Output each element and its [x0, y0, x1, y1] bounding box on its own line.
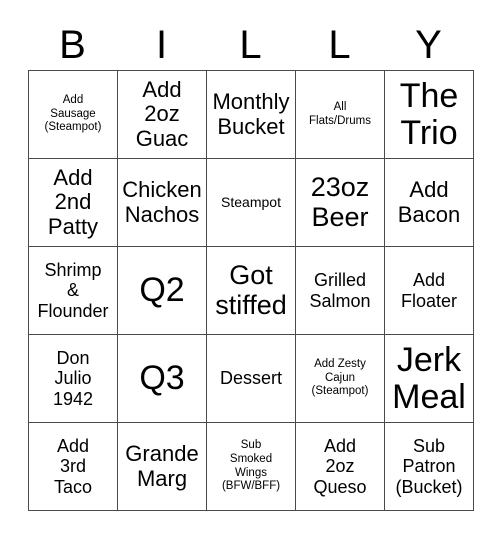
header-letter-2: I — [155, 23, 168, 67]
header-letter-4: L — [328, 23, 351, 67]
bingo-cell-label: Steampot — [221, 194, 281, 211]
header-letter-3: L — [239, 23, 262, 67]
bingo-card: B I L L Y Add Sausage (Steampot) Add 2oz … — [0, 0, 500, 544]
bingo-header-row: B I L L Y — [28, 0, 473, 70]
bingo-cell[interactable]: Q3 — [117, 334, 207, 423]
bingo-row: Add 3rd Taco Grande Marg Sub Smoked Wings … — [28, 422, 474, 511]
bingo-cell-label: Add 3rd Taco — [53, 435, 93, 497]
bingo-cell[interactable]: Dessert — [206, 334, 296, 423]
bingo-cell[interactable]: All Flats/Drums — [295, 70, 385, 159]
bingo-cell-label: Add 2nd Patty — [47, 164, 99, 239]
bingo-cell[interactable]: Jerk Meal — [384, 334, 474, 423]
bingo-cell-label: Sub Patron (Bucket) — [395, 435, 463, 497]
bingo-cell[interactable]: Add 2oz Queso — [295, 422, 385, 511]
bingo-cell[interactable]: Steampot — [206, 158, 296, 247]
bingo-cell[interactable]: Add 3rd Taco — [28, 422, 118, 511]
bingo-cell-label: Add Bacon — [397, 176, 461, 227]
bingo-cell-label: Dessert — [219, 368, 282, 389]
bingo-cell[interactable]: Add Sausage (Steampot) — [28, 70, 118, 159]
bingo-cell-label: Chicken Nachos — [122, 176, 202, 227]
bingo-cell[interactable]: Add 2oz Guac — [117, 70, 207, 159]
bingo-grid: Add Sausage (Steampot) Add 2oz Guac Monthl… — [28, 70, 474, 511]
bingo-row: Add 2nd Patty Chicken Nachos Steampot 23oz … — [28, 158, 474, 247]
bingo-row: Shrimp & Flounder Q2 Got stiffed Grilled Sa… — [28, 246, 474, 335]
bingo-cell-label: Add 2oz Queso — [313, 435, 367, 497]
bingo-cell-label: Grande Marg — [125, 440, 199, 491]
bingo-cell[interactable]: Grilled Salmon — [295, 246, 385, 335]
header-letter-1: B — [59, 23, 86, 67]
bingo-cell[interactable]: Don Julio 1942 — [28, 334, 118, 423]
bingo-cell-label: Q3 — [139, 359, 185, 398]
bingo-cell[interactable]: Add Bacon — [384, 158, 474, 247]
bingo-grid-body: Add Sausage (Steampot) Add 2oz Guac Monthl… — [28, 70, 474, 511]
bingo-cell-label: All Flats/Drums — [309, 100, 371, 127]
bingo-cell[interactable]: Q2 — [117, 246, 207, 335]
bingo-cell-label: Add Floater — [400, 269, 458, 311]
bingo-cell[interactable]: Grande Marg — [117, 422, 207, 511]
bingo-cell-label: Add Zesty Cajun (Steampot) — [311, 358, 369, 398]
bingo-cell-label: Don Julio 1942 — [52, 347, 94, 409]
bingo-cell[interactable]: 23oz Beer — [295, 158, 385, 247]
bingo-cell[interactable]: Add Floater — [384, 246, 474, 335]
bingo-cell[interactable]: Monthly Bucket — [206, 70, 296, 159]
bingo-cell[interactable]: Chicken Nachos — [117, 158, 207, 247]
bingo-cell[interactable]: Sub Patron (Bucket) — [384, 422, 474, 511]
bingo-cell[interactable]: The Trio — [384, 70, 474, 159]
bingo-cell-label: The Trio — [399, 77, 459, 152]
bingo-cell[interactable]: Sub Smoked Wings (BFW/BFF) — [206, 422, 296, 511]
bingo-cell-label: 23oz Beer — [310, 171, 370, 232]
header-letter-5: Y — [415, 23, 442, 67]
bingo-cell-label: Monthly Bucket — [212, 88, 290, 139]
bingo-cell-label: Jerk Meal — [392, 341, 466, 416]
bingo-cell-label: Got stiffed — [215, 259, 287, 320]
bingo-cell[interactable]: Got stiffed — [206, 246, 296, 335]
bingo-cell-label: Add Sausage (Steampot) — [44, 94, 102, 134]
bingo-cell[interactable]: Add Zesty Cajun (Steampot) — [295, 334, 385, 423]
bingo-cell-label: Q2 — [139, 271, 185, 310]
bingo-cell-label: Grilled Salmon — [309, 269, 371, 311]
bingo-cell[interactable]: Shrimp & Flounder — [28, 246, 118, 335]
bingo-cell-label: Shrimp & Flounder — [37, 259, 109, 321]
bingo-cell-label: Sub Smoked Wings (BFW/BFF) — [221, 439, 281, 493]
bingo-row: Don Julio 1942 Q3 Dessert Add Zesty Cajun (… — [28, 334, 474, 423]
bingo-row: Add Sausage (Steampot) Add 2oz Guac Monthl… — [28, 70, 474, 159]
bingo-cell[interactable]: Add 2nd Patty — [28, 158, 118, 247]
bingo-cell-label: Add 2oz Guac — [135, 76, 189, 151]
